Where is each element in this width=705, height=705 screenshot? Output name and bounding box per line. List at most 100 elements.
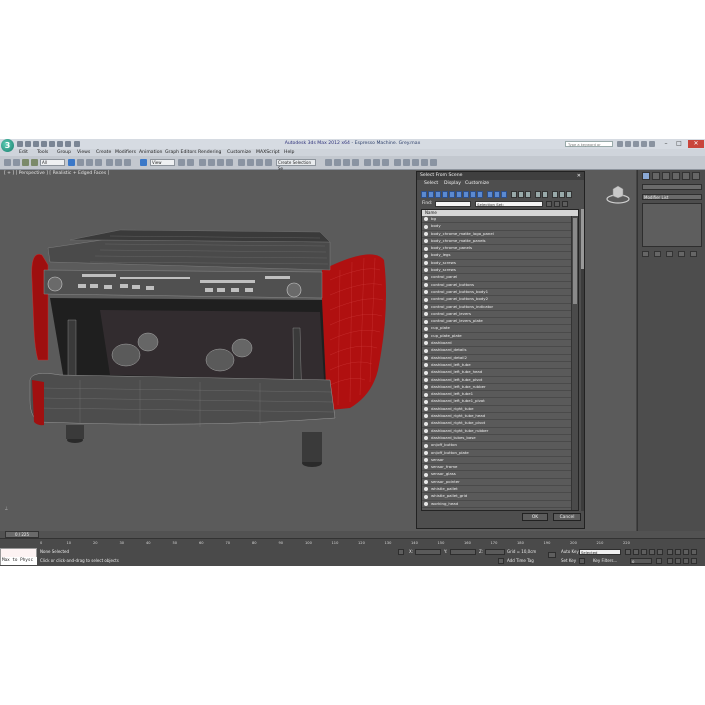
menu-animation[interactable]: Animation	[139, 149, 162, 156]
time-slider-handle[interactable]: 0 / 225	[5, 531, 39, 538]
rotate-icon[interactable]	[115, 159, 122, 166]
zoom-icon[interactable]	[667, 549, 673, 555]
select-object-icon[interactable]	[68, 159, 75, 166]
list-item[interactable]: whistle_pallet_grid	[422, 493, 572, 501]
display-influences-icon[interactable]	[566, 191, 572, 198]
sync-selection-icon[interactable]	[535, 191, 541, 198]
list-item[interactable]: dashboard_left_tube1_pivot	[422, 398, 572, 406]
list-item[interactable]: cup_plate_plate	[422, 333, 572, 341]
new-file-icon[interactable]	[17, 141, 23, 147]
menu-edit[interactable]: Edit	[19, 149, 28, 156]
maxscript-input[interactable]: Max to Physc	[1, 557, 37, 565]
list-item[interactable]: control_panel_levers	[422, 311, 572, 319]
add-time-tag[interactable]: Add Time Tag	[507, 558, 534, 563]
display-tab-icon[interactable]	[682, 172, 690, 180]
redo-tool-icon[interactable]	[13, 159, 20, 166]
create-tab-icon[interactable]	[642, 172, 650, 180]
hold-icon[interactable]	[57, 141, 63, 147]
list-item[interactable]: control_panel_buttons_body2	[422, 296, 572, 304]
material-editor-icon[interactable]	[352, 159, 359, 166]
list-item[interactable]: working_head	[422, 501, 572, 508]
dialog-menu-customize[interactable]: Customize	[465, 181, 489, 186]
menu-graph-editors[interactable]: Graph Editors	[165, 149, 197, 156]
list-item[interactable]: body	[422, 223, 572, 231]
go-to-end-icon[interactable]	[657, 549, 663, 555]
binoculars-icon[interactable]	[617, 141, 623, 147]
menu-rendering[interactable]: Rendering	[198, 149, 221, 156]
list-item[interactable]: control_panel_buttons	[422, 282, 572, 289]
window-crossing-icon[interactable]	[95, 159, 102, 166]
select-invert-icon[interactable]	[525, 191, 531, 198]
time-slider[interactable]: 0 / 225	[0, 531, 705, 538]
close-button[interactable]: ✕	[688, 140, 704, 148]
dialog-close-icon[interactable]: ✕	[577, 172, 581, 180]
zoom-all-icon[interactable]	[675, 549, 681, 555]
list-scrollbar-thumb[interactable]	[573, 218, 577, 304]
cancel-button[interactable]: Cancel	[553, 513, 581, 521]
menu-help[interactable]: Help	[284, 149, 294, 156]
save-file-icon[interactable]	[33, 141, 39, 147]
rectangular-selection-icon[interactable]	[86, 159, 93, 166]
list-item[interactable]: body_chrome_matte_logo_panel	[422, 231, 572, 238]
current-frame-field[interactable]: 0	[630, 558, 652, 564]
menu-tools[interactable]: Tools	[37, 149, 48, 156]
configure-modifier-sets-icon[interactable]	[690, 251, 697, 257]
list-item[interactable]: body_screws	[422, 260, 572, 268]
display-shapes-icon[interactable]	[428, 191, 434, 198]
list-item[interactable]: cup_plate	[422, 325, 572, 333]
undo-icon[interactable]	[41, 141, 47, 147]
list-scrollbar[interactable]	[571, 216, 578, 510]
remove-modifier-icon[interactable]	[678, 251, 685, 257]
spinner-snap-icon[interactable]	[226, 159, 233, 166]
quick-access-dropdown-icon[interactable]	[74, 141, 80, 147]
help-icon[interactable]	[649, 141, 655, 147]
zoom-extents-all-icon[interactable]	[691, 549, 697, 555]
minimize-button[interactable]: –	[660, 140, 672, 148]
list-item[interactable]: bg	[422, 216, 572, 224]
menu-group[interactable]: Group	[57, 149, 71, 156]
pivot-icon[interactable]	[178, 159, 185, 166]
mirror-icon[interactable]	[247, 159, 254, 166]
set-key-button[interactable]: Set Key	[561, 558, 576, 563]
list-item[interactable]: dashboard_left_tube	[422, 362, 572, 370]
object-name-field[interactable]	[642, 184, 702, 190]
display-space-warps-icon[interactable]	[456, 191, 462, 198]
list-item[interactable]: control_panel_buttons_indicator	[422, 304, 572, 311]
render-to-texture-icon[interactable]	[430, 159, 437, 166]
make-unique-icon[interactable]	[666, 251, 673, 257]
pan-view-icon[interactable]	[675, 558, 681, 564]
utilities-tab-icon[interactable]	[692, 172, 700, 180]
display-children-icon[interactable]	[559, 191, 565, 198]
select-dependents-icon[interactable]	[542, 191, 548, 198]
list-item[interactable]: sensor	[422, 457, 572, 465]
edit-named-selection-icon[interactable]	[238, 159, 245, 166]
key-mode-dropdown[interactable]: Selected	[579, 549, 621, 555]
display-all-icon[interactable]	[487, 191, 493, 198]
display-cameras-icon[interactable]	[442, 191, 448, 198]
select-and-manipulate-icon[interactable]	[140, 159, 147, 166]
auto-key-button[interactable]: Auto Key	[561, 549, 579, 554]
scale-icon[interactable]	[124, 159, 131, 166]
list-item[interactable]: dashboard_left_tube1	[422, 391, 572, 399]
list-item[interactable]: sensor_frame	[422, 464, 572, 472]
modifier-list-dropdown[interactable]: Modifier List	[642, 194, 702, 200]
list-item[interactable]: control_panel_levers_plate	[422, 318, 572, 326]
selection-set-dropdown[interactable]: Selection Set:	[475, 201, 543, 207]
open-file-icon[interactable]	[25, 141, 31, 147]
dialog-menu-select[interactable]: Select	[424, 181, 438, 186]
time-tag-icon[interactable]	[498, 558, 504, 564]
zoom-extents-icon[interactable]	[683, 549, 689, 555]
fetch-icon[interactable]	[65, 141, 71, 147]
hierarchy-tab-icon[interactable]	[662, 172, 670, 180]
list-item[interactable]: dashboard_left_tube_pivot	[422, 377, 572, 384]
find-case-sensitive-icon[interactable]	[552, 191, 558, 198]
ok-button[interactable]: OK	[522, 513, 548, 521]
favorites-icon[interactable]	[641, 141, 647, 147]
select-all-icon[interactable]	[511, 191, 517, 198]
menu-customize[interactable]: Customize	[227, 149, 251, 156]
play-icon[interactable]	[641, 549, 647, 555]
go-to-start-icon[interactable]	[625, 549, 631, 555]
list-item[interactable]: dashboard_right_tube_pivot	[422, 420, 572, 428]
app-logo-icon[interactable]: 3	[1, 139, 14, 152]
activeshade-icon[interactable]	[403, 159, 410, 166]
